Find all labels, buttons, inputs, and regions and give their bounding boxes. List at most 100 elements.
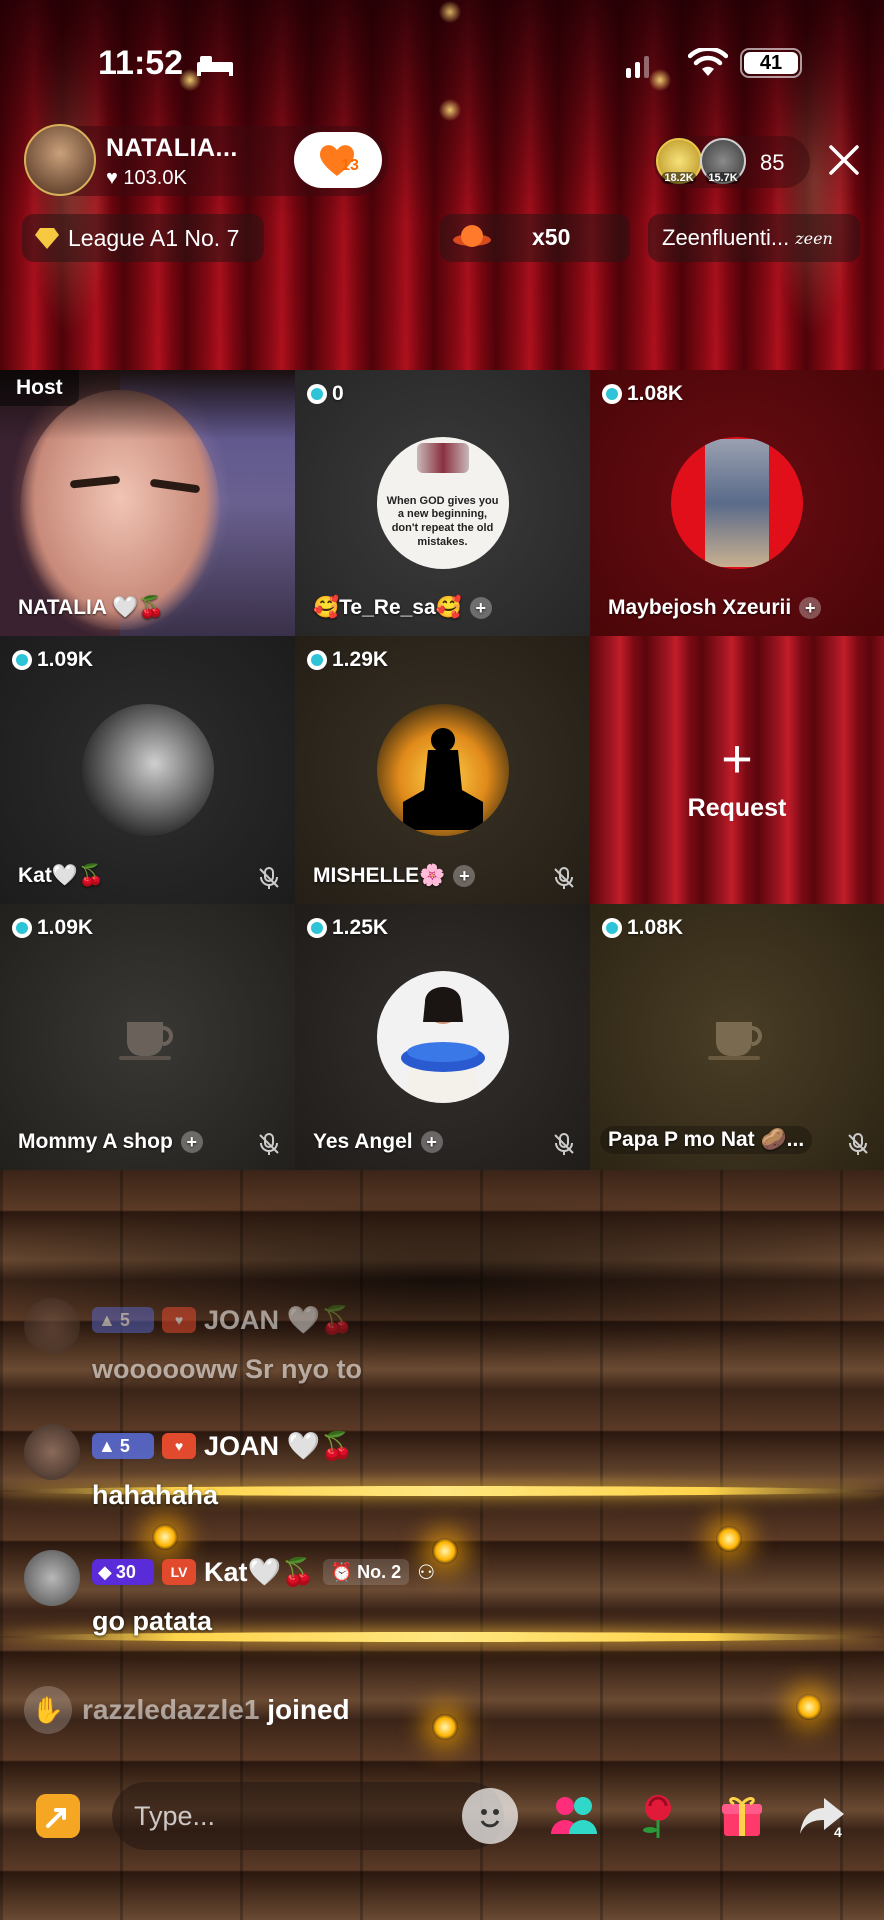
sleep-bed-icon	[197, 56, 233, 76]
follow-plus-icon[interactable]: +	[420, 1131, 443, 1153]
planet-icon	[453, 225, 491, 247]
seat-score: 1.25K	[332, 916, 389, 939]
battery-level: 41	[744, 52, 798, 74]
follow-plus-icon[interactable]: +	[799, 597, 822, 619]
chat-username[interactable]: JOAN 🤍🍒	[204, 1304, 354, 1336]
heart-count: 13	[341, 157, 359, 174]
seat-score: 1.08K	[627, 916, 684, 939]
guest-seat[interactable]: 1.09K Mommy A shop +	[0, 904, 295, 1170]
share-stream-icon[interactable]	[36, 1794, 80, 1838]
guest-avatar	[376, 971, 509, 1103]
host-badge: Host	[0, 370, 79, 406]
guest-avatar: When GOD gives you a new beginning, don'…	[376, 437, 509, 569]
seat-score: 1.09K	[37, 916, 94, 939]
score-icon	[602, 918, 622, 938]
share-count: 4	[834, 1824, 842, 1840]
battery-icon: 41	[740, 48, 802, 78]
seat-name: Maybejosh Xzeurii	[608, 596, 792, 619]
guest-seat[interactable]: 1.25K Yes Angel +	[295, 904, 590, 1170]
top-viewer-avatar[interactable]: 18.2K	[656, 138, 702, 184]
host-seat[interactable]: Host NATALIA 🤍🍒	[0, 370, 295, 636]
seat-score: 1.29K	[332, 648, 389, 671]
host-avatar[interactable]	[24, 124, 96, 196]
viewer-count[interactable]: 85	[760, 150, 784, 176]
chat-message[interactable]: ◆ 30 LV Kat🤍🍒 ⏰ No. 2 ⚇ go patata	[24, 1550, 844, 1660]
league-rank-pill[interactable]: League A1 No. 7	[22, 214, 264, 262]
mic-muted-icon	[848, 1133, 868, 1155]
follow-plus-icon[interactable]: +	[180, 1131, 203, 1153]
score-icon	[12, 650, 32, 670]
diamond-icon	[35, 228, 59, 249]
seat-name: Yes Angel	[313, 1130, 413, 1153]
stage-light	[796, 1694, 822, 1720]
zeen-label: Zeenfluenti...	[662, 225, 790, 250]
follow-plus-icon[interactable]: +	[469, 597, 492, 619]
level-badge: ▲ 5	[92, 1307, 154, 1333]
seat-name: Kat🤍🍒	[18, 864, 105, 887]
rose-gift-button[interactable]	[630, 1788, 686, 1844]
chat-message[interactable]: ▲ 5 ♥ JOAN 🤍🍒 woooooww Sr nyo to	[24, 1298, 844, 1408]
follow-heart-button[interactable]: 13	[294, 132, 382, 188]
guest-seat[interactable]: 0 When GOD gives you a new beginning, do…	[295, 370, 590, 636]
guest-seat[interactable]: 1.09K Kat🤍🍒	[0, 636, 295, 904]
guest-avatar	[671, 437, 803, 569]
follow-plus-icon[interactable]: +	[453, 865, 476, 887]
score-icon	[307, 918, 327, 938]
mic-muted-icon	[259, 1133, 279, 1155]
seat-name: Papa P mo Nat 🥔...	[608, 1128, 805, 1151]
joined-username[interactable]: razzledazzle1	[82, 1694, 259, 1725]
level-badge: ▲ 5	[92, 1433, 154, 1459]
emoji-button[interactable]	[462, 1788, 518, 1844]
seat-name: Mommy A shop	[18, 1130, 173, 1153]
mic-muted-icon	[554, 867, 574, 889]
chat-message[interactable]: ▲ 5 ♥ JOAN 🤍🍒 hahahaha	[24, 1424, 844, 1534]
fan-badge: LV	[162, 1559, 196, 1585]
chat-username[interactable]: Kat🤍🍒	[204, 1556, 315, 1588]
chat-input[interactable]	[112, 1782, 504, 1850]
fan-badge: ♥	[162, 1307, 196, 1333]
guest-seat[interactable]: 1.08K Papa P mo Nat 🥔...	[590, 904, 884, 1170]
league-label: League A1 No. 7	[68, 224, 240, 251]
host-likes-count: ♥ 103.0K	[106, 167, 187, 189]
people-icon: ⚇	[417, 1561, 436, 1584]
users-icon	[551, 1797, 597, 1834]
chat-text: hahahaha	[92, 1480, 219, 1510]
guests-button[interactable]	[546, 1788, 602, 1844]
chat-avatar[interactable]	[24, 1298, 80, 1354]
request-seat-button[interactable]: + Request	[590, 636, 884, 904]
chat-avatar[interactable]	[24, 1424, 80, 1480]
plus-icon: +	[721, 729, 753, 789]
joined-text: joined	[259, 1694, 350, 1725]
level-badge: ◆ 30	[92, 1559, 154, 1585]
guest-avatar	[81, 704, 214, 836]
host-name: NATALIA...	[106, 134, 238, 162]
seat-score: 1.08K	[627, 382, 684, 405]
rose-icon	[643, 1795, 671, 1838]
chat-username[interactable]: JOAN 🤍🍒	[204, 1430, 354, 1462]
coffee-cup-icon	[118, 1022, 173, 1060]
joined-notice: ✋ razzledazzle1 joined	[24, 1686, 350, 1734]
chat-text: go patata	[92, 1606, 213, 1636]
seat-name: NATALIA 🤍🍒	[18, 596, 165, 619]
seat-name: MISHELLE🌸	[313, 864, 446, 887]
guest-grid: Host NATALIA 🤍🍒 0 When GOD gives you a n…	[0, 370, 884, 1170]
zeen-event-pill[interactable]: Zeenfluenti... zeen	[648, 214, 860, 262]
guest-seat[interactable]: 1.29K MISHELLE🌸 +	[295, 636, 590, 904]
stage-light	[432, 1714, 458, 1740]
seat-name: 🥰Te_Re_sa🥰	[313, 596, 462, 619]
gift-button[interactable]	[714, 1788, 770, 1844]
mic-muted-icon	[259, 867, 279, 889]
close-icon[interactable]	[826, 142, 862, 178]
wave-hand-icon: ✋	[24, 1686, 72, 1734]
chat-avatar[interactable]	[24, 1550, 80, 1606]
seat-score: 1.09K	[37, 648, 94, 671]
score-icon	[307, 650, 327, 670]
chat-text: woooooww Sr nyo to	[92, 1354, 362, 1384]
guest-seat[interactable]: 1.08K Maybejosh Xzeurii +	[590, 370, 884, 636]
avatar-quote: When GOD gives you a new beginning, don'…	[386, 494, 499, 548]
guest-avatar	[376, 704, 509, 836]
mic-muted-icon	[554, 1133, 574, 1155]
top-viewer-avatar[interactable]: 15.7K	[700, 138, 746, 184]
score-icon	[307, 384, 327, 404]
score-icon	[12, 918, 32, 938]
